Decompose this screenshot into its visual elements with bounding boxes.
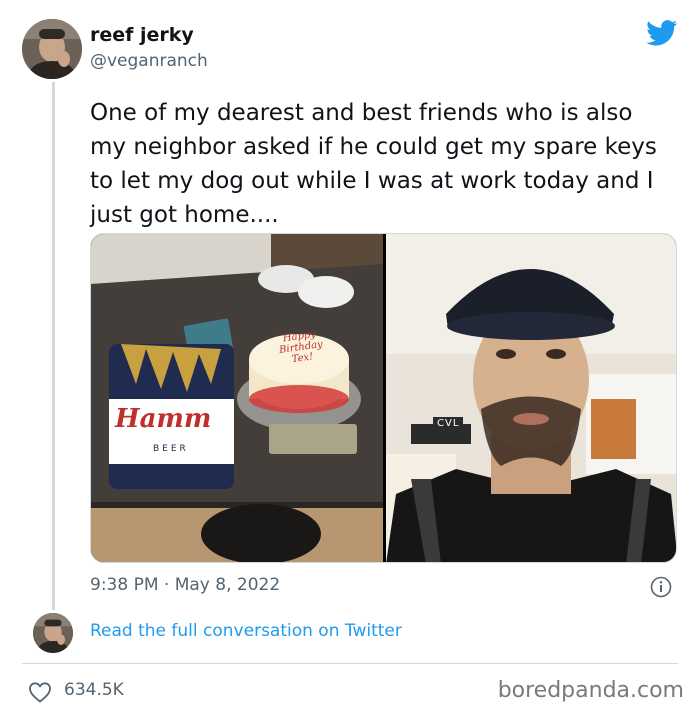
avatar-image bbox=[22, 19, 82, 79]
read-conversation-link[interactable]: Read the full conversation on Twitter bbox=[90, 621, 402, 641]
avatar-small[interactable] bbox=[33, 613, 73, 653]
wall-sign: CVL bbox=[433, 417, 464, 430]
author-name[interactable]: reef jerky bbox=[90, 24, 194, 46]
thread-connector-line bbox=[52, 82, 55, 610]
photo-man-portrait[interactable]: CVL bbox=[386, 234, 676, 562]
shirt-brand: Hamm bbox=[115, 404, 212, 434]
author-handle[interactable]: @veganranch bbox=[90, 51, 208, 71]
like-count: 634.5K bbox=[64, 680, 124, 700]
shirt-subtext: BEER bbox=[153, 444, 189, 454]
photo-cake-and-shirt[interactable]: Happy Birthday Tex! Hamm BEER bbox=[91, 234, 383, 562]
photo-man-portrait-image bbox=[386, 234, 676, 562]
watermark: boredpanda.com bbox=[497, 678, 684, 703]
tweet-text: One of my dearest and best friends who i… bbox=[90, 100, 657, 228]
divider bbox=[22, 663, 678, 664]
tweet-timestamp[interactable]: 9:38 PM · May 8, 2022 bbox=[90, 575, 280, 595]
heart-icon[interactable] bbox=[28, 681, 52, 703]
tweet-card: reef jerky @veganranch One of my dearest… bbox=[0, 0, 700, 717]
info-icon[interactable] bbox=[650, 576, 672, 598]
media-grid[interactable]: Happy Birthday Tex! Hamm BEER CVL bbox=[90, 233, 677, 563]
twitter-bird-icon[interactable] bbox=[646, 20, 678, 46]
avatar[interactable] bbox=[22, 19, 82, 79]
avatar-small-image bbox=[33, 613, 73, 653]
photo-cake-and-shirt-image bbox=[91, 234, 383, 562]
